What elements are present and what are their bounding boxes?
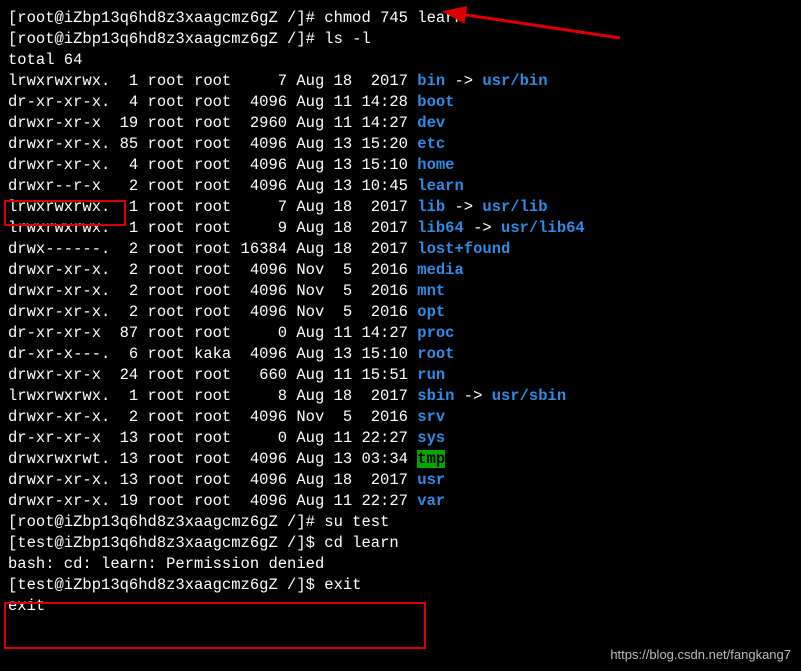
entry-name: home: [417, 156, 454, 174]
prompt-test: [test@iZbp13q6hd8z3xaagcmz6gZ /]$: [8, 534, 324, 552]
command-su[interactable]: su test: [324, 513, 389, 531]
list-row: drwxr-xr-x. 2 root root 4096 Nov 5 2016: [8, 408, 417, 426]
terminal-line: lrwxrwxrwx. 1 root root 7 Aug 18 2017 li…: [8, 197, 793, 218]
entry-name: srv: [417, 408, 445, 426]
prompt-root: [root@iZbp13q6hd8z3xaagcmz6gZ /]#: [8, 513, 324, 531]
list-row: drwxr-xr-x. 13 root root 4096 Aug 18 201…: [8, 471, 417, 489]
terminal-line: dr-xr-xr-x 87 root root 0 Aug 11 14:27 p…: [8, 323, 793, 344]
entry-name: root: [417, 345, 454, 363]
terminal-line: lrwxrwxrwx. 1 root root 7 Aug 18 2017 bi…: [8, 71, 793, 92]
terminal-line: drwxr-xr-x 24 root root 660 Aug 11 15:51…: [8, 365, 793, 386]
total-line: total 64: [8, 51, 82, 69]
command-cd[interactable]: cd learn: [324, 534, 398, 552]
list-row: drwxr-xr-x. 2 root root 4096 Nov 5 2016: [8, 261, 417, 279]
entry-name: lost+found: [417, 240, 510, 258]
terminal-line: drwxr-xr-x. 2 root root 4096 Nov 5 2016 …: [8, 260, 793, 281]
terminal-line: lrwxrwxrwx. 1 root root 9 Aug 18 2017 li…: [8, 218, 793, 239]
terminal-line: drwx------. 2 root root 16384 Aug 18 201…: [8, 239, 793, 260]
list-row: dr-xr-xr-x 13 root root 0 Aug 11 22:27: [8, 429, 417, 447]
entry-name: sys: [417, 429, 445, 447]
entry-name: boot: [417, 93, 454, 111]
link-arrow: ->: [445, 72, 482, 90]
list-row: drwxr-xr-x. 2 root root 4096 Nov 5 2016: [8, 303, 417, 321]
entry-name: opt: [417, 303, 445, 321]
entry-name: tmp: [417, 450, 445, 468]
link-arrow: ->: [445, 198, 482, 216]
error-line: bash: cd: learn: Permission denied: [8, 555, 324, 573]
watermark: https://blog.csdn.net/fangkang7: [610, 644, 791, 665]
command-ls[interactable]: ls -l: [324, 30, 371, 48]
terminal-line: drwxr-xr-x. 4 root root 4096 Aug 13 15:1…: [8, 155, 793, 176]
list-row: drwxr-xr-x. 4 root root 4096 Aug 13 15:1…: [8, 156, 417, 174]
list-row: drwxrwxrwt. 13 root root 4096 Aug 13 03:…: [8, 450, 417, 468]
entry-name: dev: [417, 114, 445, 132]
entry-name: usr: [417, 471, 445, 489]
terminal-line: dr-xr-x---. 6 root kaka 4096 Aug 13 15:1…: [8, 344, 793, 365]
terminal-line: bash: cd: learn: Permission denied: [8, 554, 793, 575]
list-row: drwxr-xr-x 24 root root 660 Aug 11 15:51: [8, 366, 417, 384]
entry-name: var: [417, 492, 445, 510]
list-row: lrwxrwxrwx. 1 root root 7 Aug 18 2017: [8, 198, 417, 216]
list-row: drwxr-xr-x 19 root root 2960 Aug 11 14:2…: [8, 114, 417, 132]
list-row: dr-xr-x---. 6 root kaka 4096 Aug 13 15:1…: [8, 345, 417, 363]
list-row: lrwxrwxrwx. 1 root root 9 Aug 18 2017: [8, 219, 417, 237]
terminal-line: drwxr--r-x 2 root root 4096 Aug 13 10:45…: [8, 176, 793, 197]
link-target: usr/sbin: [492, 387, 566, 405]
terminal-line: [test@iZbp13q6hd8z3xaagcmz6gZ /]$ exit: [8, 575, 793, 596]
list-row: drwxr-xr-x. 2 root root 4096 Nov 5 2016: [8, 282, 417, 300]
entry-name: proc: [417, 324, 454, 342]
terminal-line: drwxr-xr-x. 2 root root 4096 Nov 5 2016 …: [8, 407, 793, 428]
terminal-line: drwxr-xr-x. 19 root root 4096 Aug 11 22:…: [8, 491, 793, 512]
entry-name: run: [417, 366, 445, 384]
entry-name: sbin: [417, 387, 454, 405]
entry-name: lib: [417, 198, 445, 216]
list-row: dr-xr-xr-x 87 root root 0 Aug 11 14:27: [8, 324, 417, 342]
terminal-line: drwxr-xr-x 19 root root 2960 Aug 11 14:2…: [8, 113, 793, 134]
terminal-line: drwxr-xr-x. 2 root root 4096 Nov 5 2016 …: [8, 281, 793, 302]
entry-name: bin: [417, 72, 445, 90]
link-target: usr/lib: [482, 198, 547, 216]
terminal-line: [root@iZbp13q6hd8z3xaagcmz6gZ /]# su tes…: [8, 512, 793, 533]
terminal-line: exit: [8, 596, 793, 617]
terminal-line: [test@iZbp13q6hd8z3xaagcmz6gZ /]$ cd lea…: [8, 533, 793, 554]
terminal-line: [root@iZbp13q6hd8z3xaagcmz6gZ /]# ls -l: [8, 29, 793, 50]
terminal-line: drwxr-xr-x. 2 root root 4096 Nov 5 2016 …: [8, 302, 793, 323]
prompt-root: [root@iZbp13q6hd8z3xaagcmz6gZ /]#: [8, 9, 324, 27]
terminal-line: lrwxrwxrwx. 1 root root 8 Aug 18 2017 sb…: [8, 386, 793, 407]
link-arrow: ->: [464, 219, 501, 237]
prompt-root: [root@iZbp13q6hd8z3xaagcmz6gZ /]#: [8, 30, 324, 48]
entry-name: lib64: [417, 219, 464, 237]
terminal-line: total 64: [8, 50, 793, 71]
terminal-line: dr-xr-xr-x 13 root root 0 Aug 11 22:27 s…: [8, 428, 793, 449]
list-row: drwxr-xr-x. 85 root root 4096 Aug 13 15:…: [8, 135, 417, 153]
list-row: lrwxrwxrwx. 1 root root 7 Aug 18 2017: [8, 72, 417, 90]
entry-name: mnt: [417, 282, 445, 300]
list-row: drwxr-xr-x. 19 root root 4096 Aug 11 22:…: [8, 492, 417, 510]
list-row: lrwxrwxrwx. 1 root root 8 Aug 18 2017: [8, 387, 417, 405]
link-target: usr/lib64: [501, 219, 585, 237]
exit-output: exit: [8, 597, 45, 615]
prompt-test: [test@iZbp13q6hd8z3xaagcmz6gZ /]$: [8, 576, 324, 594]
entry-name: media: [417, 261, 464, 279]
entry-name: learn: [417, 177, 464, 195]
terminal-output: [root@iZbp13q6hd8z3xaagcmz6gZ /]# chmod …: [8, 8, 793, 617]
entry-name: etc: [417, 135, 445, 153]
list-row: drwx------. 2 root root 16384 Aug 18 201…: [8, 240, 417, 258]
link-target: usr/bin: [482, 72, 547, 90]
link-arrow: ->: [455, 387, 492, 405]
command-chmod[interactable]: chmod 745 learn: [324, 9, 464, 27]
terminal-line: dr-xr-xr-x. 4 root root 4096 Aug 11 14:2…: [8, 92, 793, 113]
list-row: dr-xr-xr-x. 4 root root 4096 Aug 11 14:2…: [8, 93, 417, 111]
command-exit[interactable]: exit: [324, 576, 361, 594]
list-row: drwxr--r-x 2 root root 4096 Aug 13 10:45: [8, 177, 417, 195]
terminal-line: drwxrwxrwt. 13 root root 4096 Aug 13 03:…: [8, 449, 793, 470]
terminal-line: [root@iZbp13q6hd8z3xaagcmz6gZ /]# chmod …: [8, 8, 793, 29]
terminal-line: drwxr-xr-x. 13 root root 4096 Aug 18 201…: [8, 470, 793, 491]
terminal-line: drwxr-xr-x. 85 root root 4096 Aug 13 15:…: [8, 134, 793, 155]
